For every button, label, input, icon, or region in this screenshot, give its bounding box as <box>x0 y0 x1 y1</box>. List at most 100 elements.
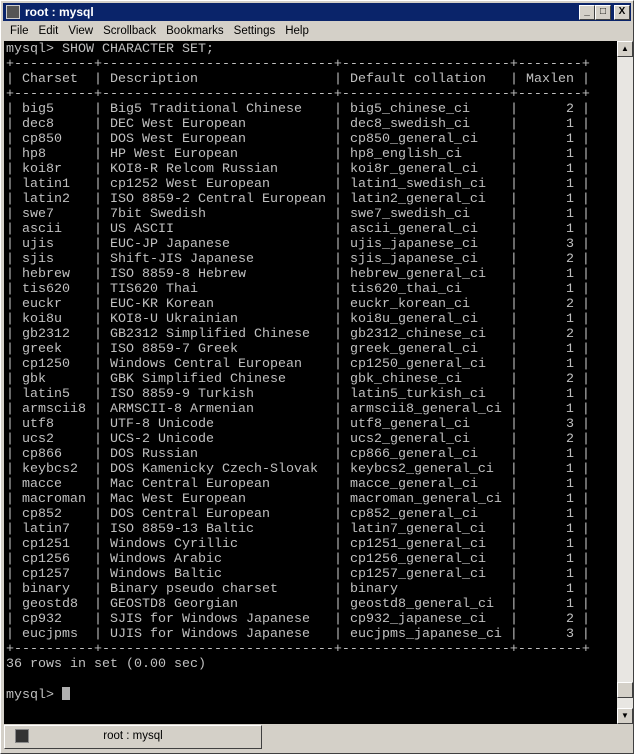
table-row: | armscii8 | ARMSCII-8 Armenian | armsci… <box>6 402 590 417</box>
tab-root-mysql[interactable]: root : mysql <box>4 725 262 749</box>
scroll-up-arrow-icon[interactable]: ▲ <box>617 41 633 57</box>
table-row: | ucs2 | UCS-2 Unicode | ucs2_general_ci… <box>6 432 590 447</box>
cell-charset: big5 <box>22 102 54 117</box>
cell-maxlen: 1 <box>565 342 574 357</box>
table-border: +----------+----------------------------… <box>6 87 590 102</box>
table-row: | latin1 | cp1252 West European | latin1… <box>6 177 590 192</box>
cell-collation: tis620_thai_ci <box>349 282 462 297</box>
cell-description: GEOSTD8 Georgian <box>110 597 238 612</box>
cell-charset: euckr <box>22 297 62 312</box>
table-row: | cp1257 | Windows Baltic | cp1257_gener… <box>6 567 590 582</box>
cell-maxlen: 3 <box>565 627 574 642</box>
cell-collation: big5_chinese_ci <box>349 102 470 117</box>
cell-description: ISO 8859-8 Hebrew <box>110 267 246 282</box>
cell-description: Windows Central European <box>110 357 302 372</box>
cell-description: cp1252 West European <box>110 177 270 192</box>
cell-collation: ascii_general_ci <box>349 222 478 237</box>
table-row: | gb2312 | GB2312 Simplified Chinese | g… <box>6 327 590 342</box>
terminal-output[interactable]: mysql> SHOW CHARACTER SET; +----------+--… <box>4 41 617 724</box>
cell-collation: cp932_japanese_ci <box>349 612 486 627</box>
prompt: mysql> <box>6 688 62 703</box>
cell-collation: cp852_general_ci <box>349 507 478 522</box>
cell-charset: latin7 <box>22 522 70 537</box>
table-row: | keybcs2 | DOS Kamenicky Czech-Slovak |… <box>6 462 590 477</box>
cell-description: TIS620 Thai <box>110 282 198 297</box>
cell-maxlen: 2 <box>565 252 574 267</box>
menu-bar: File Edit View Scrollback Bookmarks Sett… <box>5 23 314 40</box>
menu-bookmarks[interactable]: Bookmarks <box>161 23 229 40</box>
cell-collation: sjis_japanese_ci <box>349 252 478 267</box>
cell-collation: cp1257_general_ci <box>349 567 486 582</box>
menu-help[interactable]: Help <box>280 23 314 40</box>
cell-charset: keybcs2 <box>22 462 78 477</box>
cell-collation: ucs2_general_ci <box>349 432 470 447</box>
cell-charset: eucjpms <box>22 627 78 642</box>
table-row: | cp850 | DOS West European | cp850_gene… <box>6 132 590 147</box>
cell-charset: koi8r <box>22 162 62 177</box>
cell-collation: latin2_general_ci <box>349 192 486 207</box>
menu-view[interactable]: View <box>63 23 98 40</box>
maximize-button[interactable]: □ <box>595 5 611 20</box>
result-summary: 36 rows in set (0.00 sec) <box>6 657 206 672</box>
cell-charset: tis620 <box>22 282 70 297</box>
cell-description: Mac Central European <box>110 477 270 492</box>
cell-maxlen: 1 <box>565 312 574 327</box>
table-row: | koi8r | KOI8-R Relcom Russian | koi8r_… <box>6 162 590 177</box>
cell-collation: ujis_japanese_ci <box>349 237 478 252</box>
cell-description: US ASCII <box>110 222 174 237</box>
cell-charset: hebrew <box>22 267 70 282</box>
cell-charset: binary <box>22 582 70 597</box>
cell-charset: ujis <box>22 237 54 252</box>
cell-description: HP West European <box>110 147 238 162</box>
cell-description: ISO 8859-7 Greek <box>110 342 238 357</box>
cell-charset: ascii <box>22 222 62 237</box>
minimize-button[interactable]: _ <box>579 5 595 20</box>
scrollbar-thumb[interactable] <box>617 682 633 698</box>
cell-charset: macce <box>22 477 62 492</box>
menu-edit[interactable]: Edit <box>34 23 64 40</box>
cell-maxlen: 2 <box>565 612 574 627</box>
table-row: | binary | Binary pseudo charset | binar… <box>6 582 590 597</box>
cell-charset: cp866 <box>22 447 62 462</box>
table-row: | macroman | Mac West European | macroma… <box>6 492 590 507</box>
cell-description: DOS Central European <box>110 507 270 522</box>
cell-description: DOS Russian <box>110 447 198 462</box>
cell-collation: dec8_swedish_ci <box>349 117 470 132</box>
cell-maxlen: 1 <box>565 282 574 297</box>
cell-maxlen: 1 <box>565 357 574 372</box>
cell-maxlen: 3 <box>565 237 574 252</box>
table-row: | gbk | GBK Simplified Chinese | gbk_chi… <box>6 372 590 387</box>
cell-description: KOI8-R Relcom Russian <box>110 162 278 177</box>
cell-charset: sjis <box>22 252 54 267</box>
cell-description: GBK Simplified Chinese <box>110 372 286 387</box>
cell-description: DEC West European <box>110 117 246 132</box>
column-header: Default collation <box>349 72 486 87</box>
cell-charset: latin5 <box>22 387 70 402</box>
cell-collation: cp850_general_ci <box>349 132 478 147</box>
scrollbar[interactable]: ▲ ▼ <box>617 41 633 724</box>
cell-charset: latin2 <box>22 192 70 207</box>
cell-charset: gb2312 <box>22 327 70 342</box>
cell-collation: cp1251_general_ci <box>349 537 486 552</box>
menu-scrollback[interactable]: Scrollback <box>98 23 161 40</box>
scroll-down-arrow-icon[interactable]: ▼ <box>617 708 633 724</box>
cell-collation: koi8r_general_ci <box>349 162 478 177</box>
cell-description: EUC-JP Japanese <box>110 237 230 252</box>
cell-maxlen: 1 <box>565 537 574 552</box>
close-button[interactable]: X <box>614 5 630 20</box>
table-row: | koi8u | KOI8-U Ukrainian | koi8u_gener… <box>6 312 590 327</box>
cell-description: ISO 8859-13 Baltic <box>110 522 254 537</box>
cell-charset: latin1 <box>22 177 70 192</box>
menu-settings[interactable]: Settings <box>229 23 281 40</box>
cursor <box>62 687 70 700</box>
terminal-icon <box>6 5 20 19</box>
table-row: | geostd8 | GEOSTD8 Georgian | geostd8_g… <box>6 597 590 612</box>
cell-collation: latin7_general_ci <box>349 522 486 537</box>
cell-charset: dec8 <box>22 117 54 132</box>
cell-maxlen: 1 <box>565 567 574 582</box>
cell-maxlen: 1 <box>565 207 574 222</box>
cell-charset: macroman <box>22 492 86 507</box>
menu-file[interactable]: File <box>5 23 34 40</box>
cell-maxlen: 1 <box>565 582 574 597</box>
title-bar[interactable]: root : mysql _ □ X <box>3 3 631 21</box>
